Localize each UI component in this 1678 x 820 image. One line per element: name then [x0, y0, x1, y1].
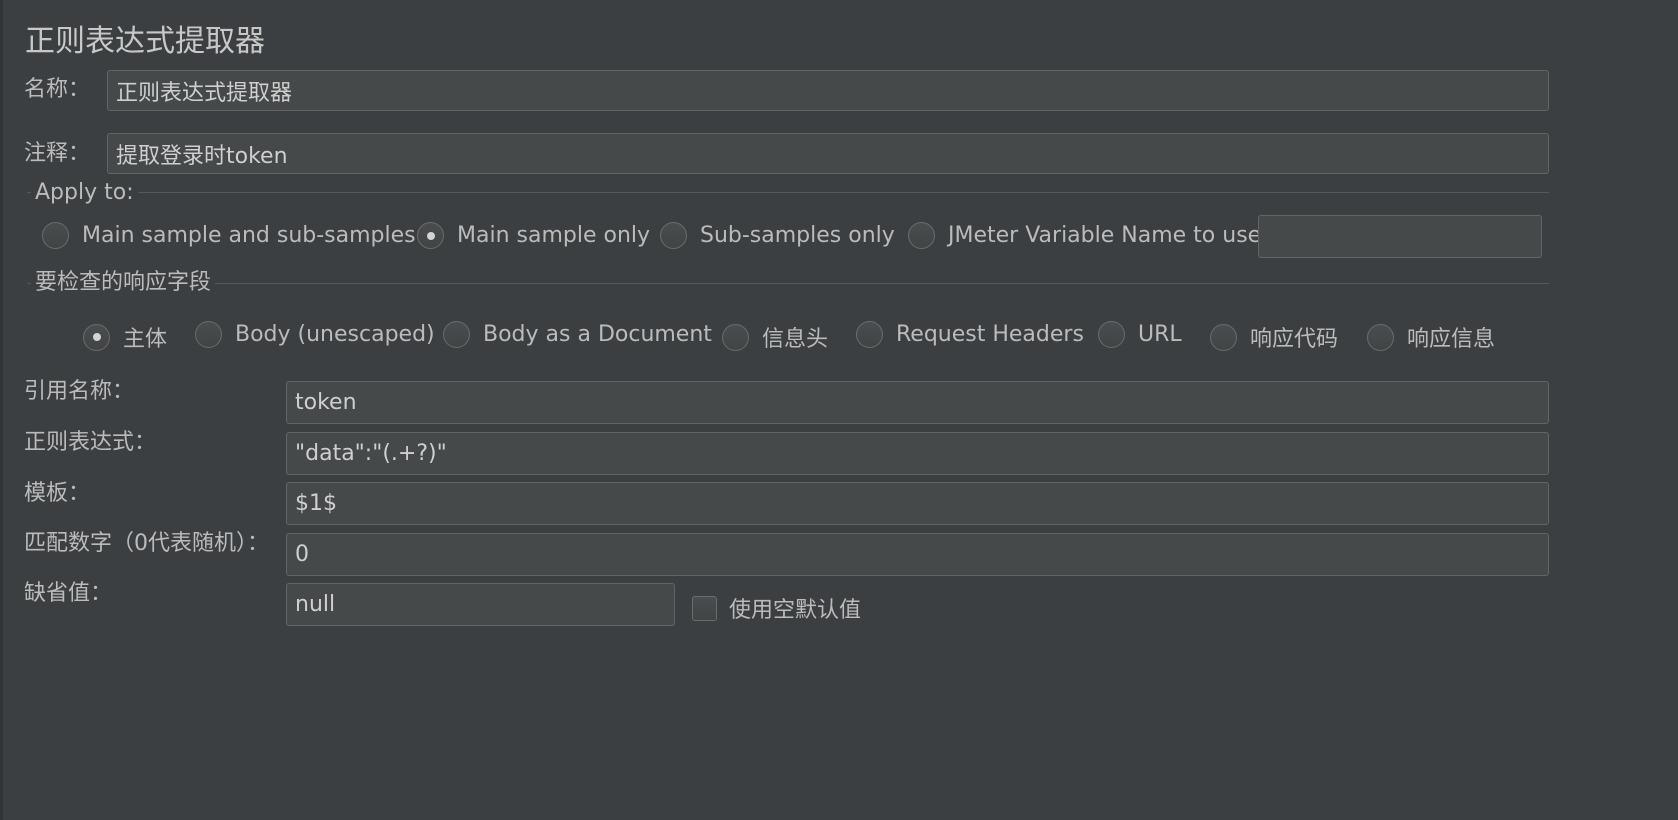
match-no-label: 匹配数字（0代表随机）：: [24, 531, 269, 556]
apply-to-separator: [27, 192, 1549, 193]
radio-main-and-sub-samples[interactable]: Main sample and sub-samples: [42, 222, 416, 249]
panel-left-edge: [0, 0, 3, 820]
template-value: $1$: [295, 491, 337, 516]
radio-sub-samples-only[interactable]: Sub-samples only: [660, 222, 895, 249]
radio-button[interactable]: [443, 321, 470, 348]
radio-label: 信息头: [762, 327, 829, 352]
field-to-check-title: 要检查的响应字段: [31, 268, 216, 298]
default-value-value: null: [295, 592, 336, 617]
radio-label: Main sample only: [457, 223, 651, 248]
radio-response-message[interactable]: 响应信息: [1367, 321, 1495, 353]
comment-label: 注释：: [24, 141, 91, 166]
radio-headers[interactable]: 信息头: [722, 321, 828, 353]
regex-label: 正则表达式：: [24, 430, 157, 455]
radio-button-selected[interactable]: [83, 323, 110, 351]
radio-button-selected[interactable]: [417, 222, 444, 249]
name-input-value: 正则表达式提取器: [116, 80, 293, 106]
radio-url[interactable]: URL: [1098, 321, 1182, 348]
jmeter-variable-input[interactable]: [1258, 215, 1542, 258]
radio-label: Request Headers: [896, 322, 1084, 347]
use-empty-default-checkbox[interactable]: [692, 595, 717, 621]
match-no-value: 0: [295, 542, 309, 567]
match-no-input[interactable]: 0: [286, 533, 1549, 576]
radio-button[interactable]: [1367, 323, 1394, 351]
radio-label: Sub-samples only: [700, 223, 895, 248]
regex-input[interactable]: "data":"(.+?)": [286, 432, 1549, 475]
radio-jmeter-variable[interactable]: JMeter Variable Name to use: [908, 222, 1261, 249]
name-input[interactable]: 正则表达式提取器: [107, 70, 1549, 111]
field-to-check-separator: [27, 283, 1549, 284]
ref-name-input[interactable]: token: [286, 381, 1549, 424]
ref-name-label: 引用名称：: [24, 379, 135, 404]
radio-label: Body (unescaped): [235, 322, 435, 347]
radio-button[interactable]: [1098, 321, 1125, 348]
comment-input-value: 提取登录时token: [116, 143, 288, 169]
radio-button[interactable]: [1210, 323, 1237, 351]
radio-button[interactable]: [195, 321, 222, 348]
use-empty-default-label: 使用空默认值: [729, 598, 862, 623]
radio-label: JMeter Variable Name to use: [948, 223, 1262, 248]
radio-label: 主体: [123, 327, 168, 352]
radio-response-code[interactable]: 响应代码: [1210, 321, 1338, 353]
radio-button[interactable]: [660, 222, 687, 249]
comment-input[interactable]: 提取登录时token: [107, 133, 1549, 174]
apply-to-title: Apply to:: [31, 178, 138, 208]
radio-button[interactable]: [722, 323, 749, 351]
radio-button[interactable]: [42, 222, 69, 249]
template-input[interactable]: $1$: [286, 482, 1549, 525]
default-value-input[interactable]: null: [286, 583, 675, 626]
radio-label: 响应代码: [1250, 327, 1339, 352]
radio-button[interactable]: [856, 321, 883, 348]
name-label: 名称：: [24, 77, 91, 102]
radio-body[interactable]: 主体: [83, 321, 167, 353]
panel-title: 正则表达式提取器: [25, 24, 265, 59]
radio-label: 响应信息: [1407, 327, 1496, 352]
radio-label: Main sample and sub-samples: [82, 223, 416, 248]
regex-value: "data":"(.+?)": [295, 441, 447, 466]
radio-main-sample-only[interactable]: Main sample only: [417, 222, 650, 249]
radio-label: URL: [1138, 322, 1182, 347]
radio-request-headers[interactable]: Request Headers: [856, 321, 1084, 348]
use-empty-default-option[interactable]: 使用空默认值: [692, 592, 861, 624]
radio-body-as-document[interactable]: Body as a Document: [443, 321, 712, 348]
radio-label: Body as a Document: [483, 322, 712, 347]
radio-body-unescaped[interactable]: Body (unescaped): [195, 321, 435, 348]
template-label: 模板：: [24, 481, 91, 506]
radio-button[interactable]: [908, 222, 935, 249]
default-value-label: 缺省值：: [24, 581, 113, 606]
ref-name-value: token: [295, 390, 357, 415]
